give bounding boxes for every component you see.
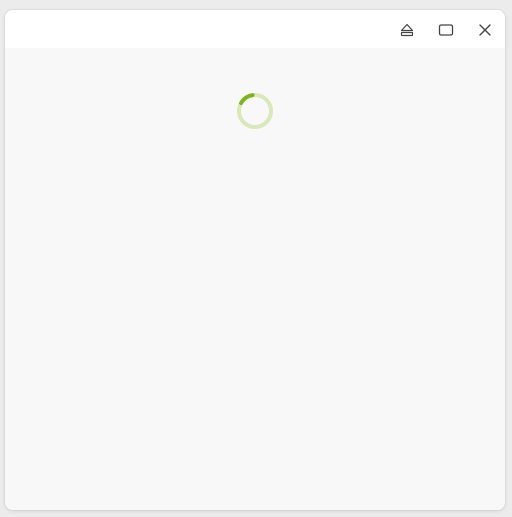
- close-button[interactable]: [472, 17, 498, 43]
- loading-spinner-icon: [236, 92, 274, 130]
- title-bar[interactable]: [5, 10, 505, 48]
- content-area: [5, 48, 505, 510]
- maximize-icon: [438, 23, 454, 37]
- eject-icon: [400, 23, 414, 37]
- app-window: [5, 10, 505, 510]
- eject-button[interactable]: [394, 17, 420, 43]
- maximize-button[interactable]: [433, 17, 459, 43]
- close-icon: [478, 23, 492, 37]
